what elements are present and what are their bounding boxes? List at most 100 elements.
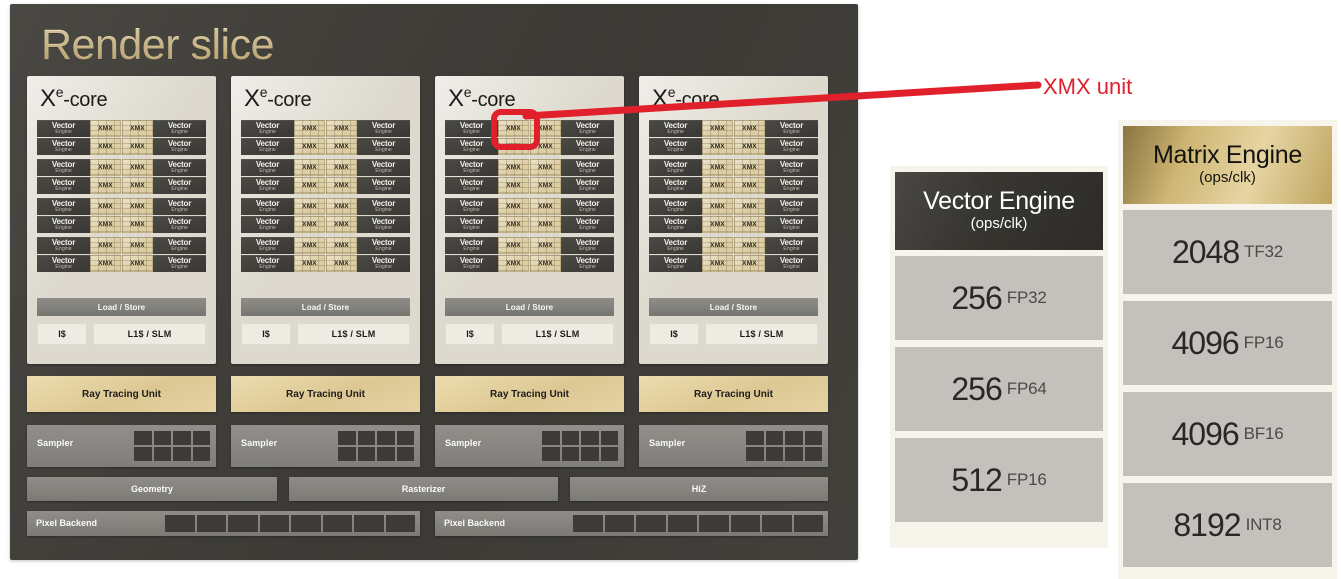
rasterizer-label: Rasterizer (401, 484, 446, 494)
matrix-metric-row: 8192 INT8 (1123, 483, 1332, 567)
vector-engine-group: Vector Engine XMX XMX Vector Engine Vector Engi… (241, 159, 410, 194)
vector-engine-block: Vector Engine (765, 138, 818, 155)
vector-engine-sub: Engine (259, 245, 276, 252)
xmx-unit: XMX (498, 216, 529, 233)
vector-engine-row: Vector Engine XMX XMX Vector Engine (445, 159, 614, 176)
vector-engine-sub: Engine (579, 146, 596, 153)
sampler-cell (134, 447, 152, 461)
xmx-unit: XMX (326, 159, 357, 176)
vector-engine-block: Vector Engine (357, 237, 410, 254)
load-store-block: Load / Store (241, 298, 410, 316)
xmx-unit: XMX (294, 159, 325, 176)
vector-engine-sub: Engine (259, 185, 276, 192)
vector-engine-block: Vector Engine (649, 237, 702, 254)
vector-engine-block: Vector Engine (765, 198, 818, 215)
vector-engine-row: Vector Engine XMX XMX Vector Engine (37, 237, 206, 254)
xmx-unit: XMX (702, 138, 733, 155)
xmx-unit: XMX (122, 216, 153, 233)
xmx-unit: XMX (734, 237, 765, 254)
vector-engine-sub: Engine (667, 263, 684, 270)
xmx-unit: XMX (326, 237, 357, 254)
metric-value: 8192 (1173, 506, 1241, 543)
vector-engine-block: Vector Engine (561, 237, 614, 254)
vector-engine-sub: Engine (667, 185, 684, 192)
vector-engine-block: Vector Engine (153, 159, 206, 176)
sampler-cell (396, 431, 414, 445)
vector-engine-sub: Engine (55, 224, 72, 231)
vector-engine-block: Vector Engine (649, 255, 702, 272)
vector-engine-sub: Engine (579, 167, 596, 174)
vector-engine-stack: Vector Engine XMX XMX Vector Engine Vector Engi… (37, 120, 206, 276)
xmx-unit: XMX (702, 177, 733, 194)
xmx-unit: XMX (90, 255, 121, 272)
sampler-cell (746, 431, 764, 445)
vector-engine-block: Vector Engine (765, 255, 818, 272)
vector-engine-sub: Engine (375, 185, 392, 192)
metric-unit: FP16 (1006, 470, 1047, 489)
vector-engine-block: Vector Engine (649, 138, 702, 155)
vector-engine-block: Vector Engine (37, 255, 90, 272)
rasterizer-block: Rasterizer (289, 477, 558, 501)
vector-engine-block: Vector Engine (357, 138, 410, 155)
sampler-grid (134, 431, 210, 461)
vector-engine-block: Vector Engine (153, 177, 206, 194)
vector-engine-sub: Engine (375, 128, 392, 135)
vector-metric-row: 512 FP16 (895, 438, 1103, 522)
vector-engine-block: Vector Engine (357, 120, 410, 137)
vector-engine-sub: Engine (55, 245, 72, 252)
metric-value: 4096 (1171, 415, 1239, 452)
vector-engine-block: Vector Engine (357, 198, 410, 215)
vector-engine-block: Vector Engine (445, 177, 498, 194)
sampler-cell (785, 447, 803, 461)
vector-engine-block: Vector Engine (37, 177, 90, 194)
vector-engine-block: Vector Engine (649, 177, 702, 194)
xmx-unit: XMX (294, 255, 325, 272)
pixel-backend-label: Pixel Backend (36, 518, 98, 528)
vector-engine-block: Vector Engine (561, 177, 614, 194)
xmx-unit: XMX (90, 237, 121, 254)
xmx-unit: XMX (702, 216, 733, 233)
xmx-unit: XMX (498, 237, 529, 254)
xmx-unit: XMX (530, 255, 561, 272)
vector-engine-block: Vector Engine (37, 198, 90, 215)
vector-engine-title: Vector Engine (923, 187, 1075, 216)
vector-engine-row: Vector Engine XMX XMX Vector Engine (241, 237, 410, 254)
sampler-cell (338, 431, 356, 445)
vector-engine-block: Vector Engine (649, 159, 702, 176)
sampler-cell (765, 447, 783, 461)
metric-unit: TF32 (1244, 242, 1284, 261)
vector-engine-sub: Engine (259, 167, 276, 174)
xmx-unit: XMX (294, 177, 325, 194)
xmx-unit: XMX (122, 120, 153, 137)
vector-engine-block: Vector Engine (241, 255, 294, 272)
xmx-unit: XMX (530, 159, 561, 176)
xmx-unit: XMX (122, 177, 153, 194)
vector-engine-block: Vector Engine (649, 216, 702, 233)
vector-engine-block: Vector Engine (765, 159, 818, 176)
xe-core-x: X (244, 85, 260, 112)
xmx-unit: XMX (122, 255, 153, 272)
vector-engine-sub: Engine (579, 224, 596, 231)
vector-engine-row: Vector Engine XMX XMX Vector Engine (649, 216, 818, 233)
xmx-unit: XMX (122, 237, 153, 254)
vector-engine-sub: Engine (579, 185, 596, 192)
xmx-unit: XMX (498, 159, 529, 176)
sampler-label: Sampler (241, 438, 278, 448)
vector-engine-block: Vector Engine (445, 159, 498, 176)
xmx-unit: XMX (294, 237, 325, 254)
xe-core-x: X (40, 85, 56, 112)
metric-unit: FP32 (1006, 288, 1047, 307)
sampler-cell (377, 431, 395, 445)
xmx-unit: XMX (90, 120, 121, 137)
vector-engine-group: Vector Engine XMX XMX Vector Engine Vector Engi… (37, 198, 206, 233)
pixel-backend-cell (291, 515, 321, 532)
sampler-cell (785, 431, 803, 445)
xmx-unit: XMX (498, 198, 529, 215)
xmx-unit: XMX (122, 138, 153, 155)
vector-engine-sub: Engine (55, 185, 72, 192)
sampler-cell (357, 431, 375, 445)
vector-engine-sub: Engine (375, 245, 392, 252)
vector-engine-block: Vector Engine (241, 198, 294, 215)
vector-engine-sub: Engine (579, 206, 596, 213)
xmx-unit: XMX (90, 159, 121, 176)
